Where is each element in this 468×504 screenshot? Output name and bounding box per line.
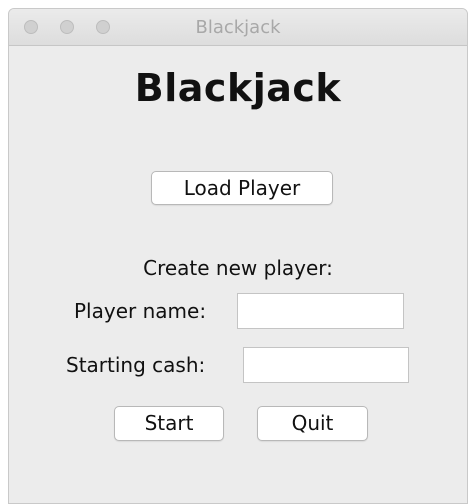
title-bar[interactable]: Blackjack xyxy=(9,9,467,46)
create-player-label: Create new player: xyxy=(143,256,333,280)
quit-button[interactable]: Quit xyxy=(257,406,368,441)
starting-cash-input[interactable] xyxy=(243,347,409,383)
page-title: Blackjack xyxy=(134,66,342,110)
player-name-input[interactable] xyxy=(237,293,404,329)
load-player-button[interactable]: Load Player xyxy=(151,171,333,205)
starting-cash-label: Starting cash: xyxy=(66,353,206,377)
blackjack-window: Blackjack Blackjack Load Player Create n… xyxy=(8,8,468,504)
player-name-label: Player name: xyxy=(74,299,207,323)
window-title: Blackjack xyxy=(195,17,281,38)
start-button[interactable]: Start xyxy=(114,406,224,441)
